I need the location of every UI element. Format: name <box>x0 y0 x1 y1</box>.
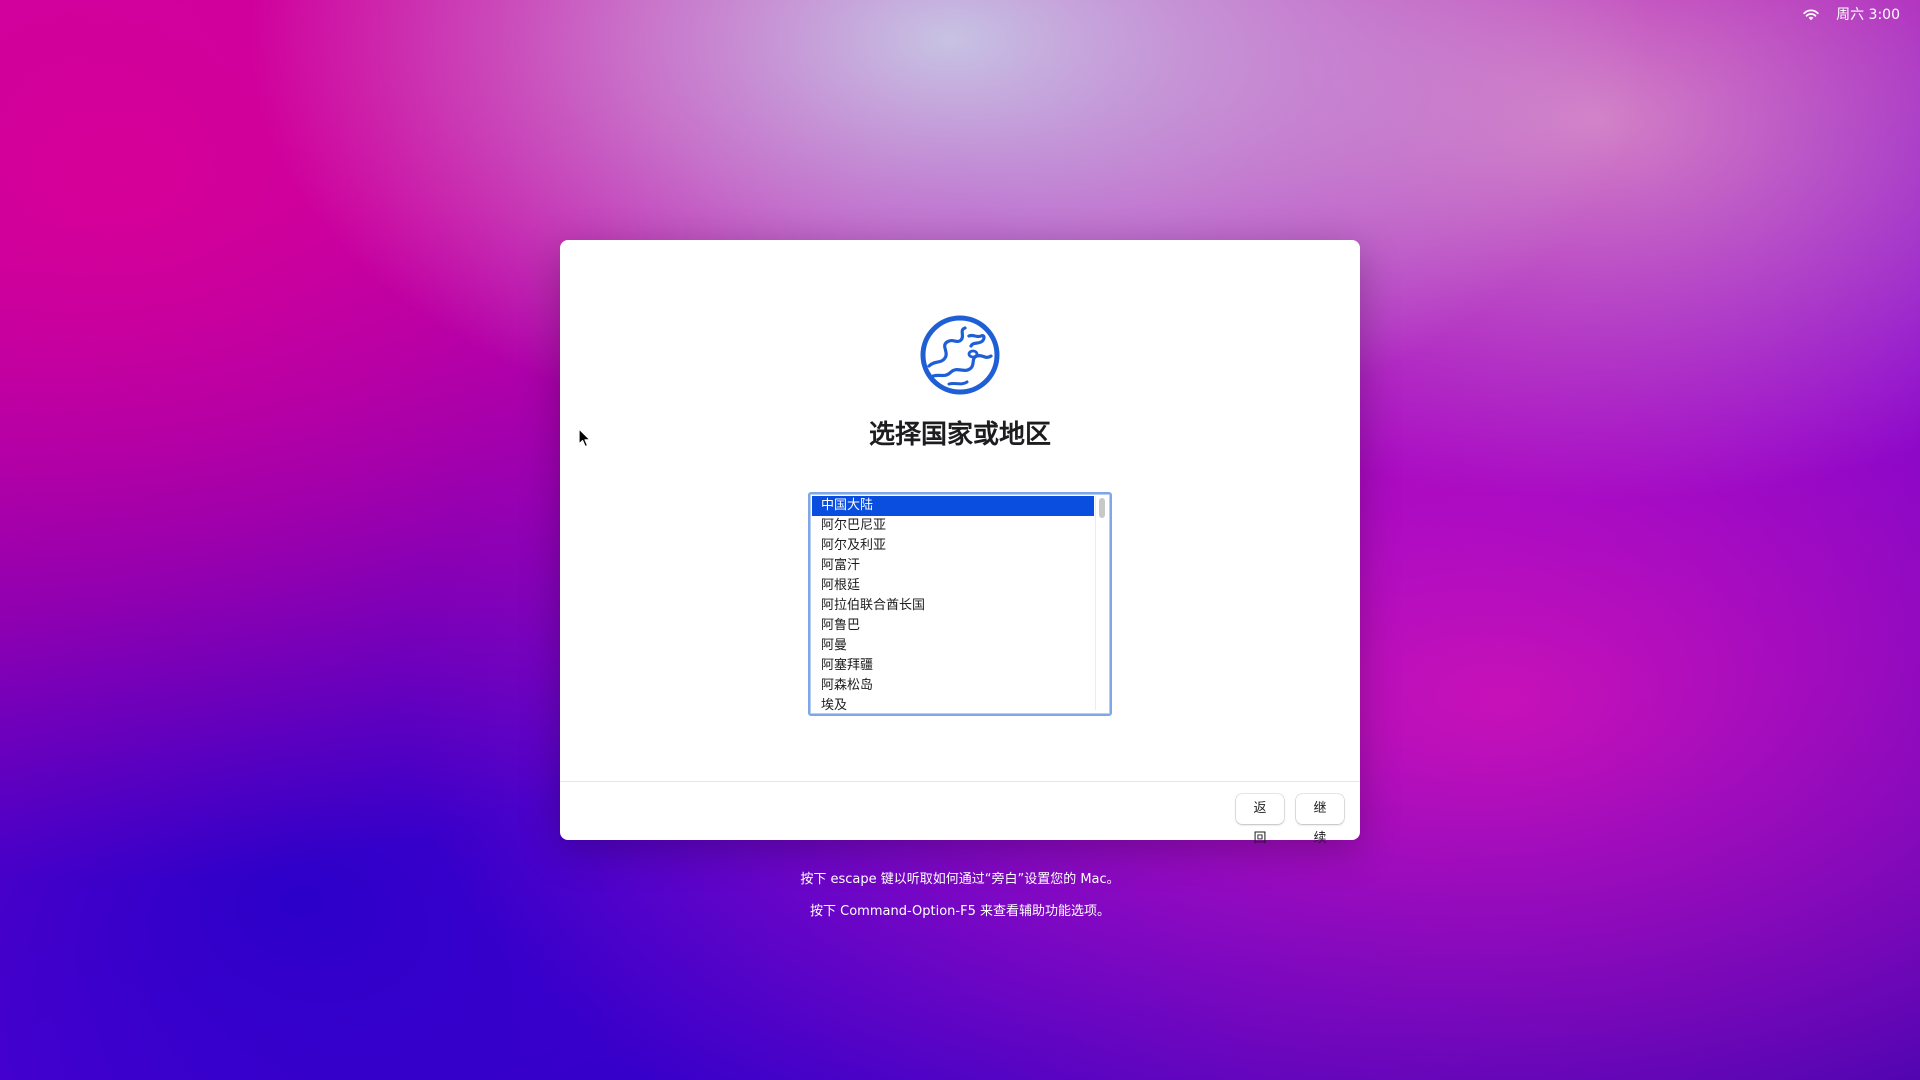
country-list[interactable]: 中国大陆 阿尔巴尼亚 阿尔及利亚 阿富汗 阿根廷 阿拉伯联合酋长国 阿鲁巴 阿曼 阿塞拜疆 阿森松… <box>808 492 1112 716</box>
list-item[interactable]: 阿曼 <box>812 636 1094 656</box>
country-selection-dialog: 选择国家或地区 中国大陆 阿尔巴尼亚 阿尔及利亚 阿富汗 阿根廷 阿拉伯联合酋长国 阿鲁巴阿… <box>560 240 1360 846</box>
list-item[interactable]: 阿富汗 <box>812 556 1094 576</box>
country-list-items: 中国大陆 阿尔巴尼亚 阿尔及利亚 阿富汗 阿根廷 阿拉伯联合酋长国 阿鲁巴 阿曼 阿塞拜疆 阿森松… <box>812 496 1094 714</box>
list-item[interactable]: 阿尔巴尼亚 <box>812 516 1094 536</box>
accessibility-hint: 按下 Command-Option-F5 来查看辅助功能选项。 <box>810 904 1110 919</box>
list-item[interactable]: 中国大陆 <box>812 496 1094 516</box>
list-item[interactable]: 阿尔及利亚 <box>812 536 1094 556</box>
list-item[interactable]: 阿拉伯联合酋长国 <box>812 596 1094 616</box>
globe-icon <box>920 315 1000 395</box>
clock[interactable]: 周六 3:00 <box>1836 4 1900 24</box>
dialog-divider <box>560 781 1360 782</box>
continue-button[interactable]: 继续 <box>1296 794 1344 846</box>
mouse-pointer-icon <box>578 428 591 448</box>
list-item[interactable]: 阿森松岛 <box>812 676 1094 696</box>
list-item[interactable]: 埃及 <box>812 696 1094 714</box>
dialog-title: 选择国家或地区 <box>868 420 1051 450</box>
list-scrollbar-thumb[interactable] <box>1099 498 1105 518</box>
wifi-icon[interactable] <box>1802 7 1820 21</box>
voiceover-hint: 按下 escape 键以听取如何通过“旁白”设置您的 Mac。 <box>800 872 1120 887</box>
list-scrollbar[interactable] <box>1095 496 1108 710</box>
desktop-background: 周六 3:00 选择国家或地区 中国大陆 阿尔巴尼亚 阿尔及利亚 阿富汗 阿根廷 阿拉伯联… <box>0 0 1920 1080</box>
menu-bar-status: 周六 3:00 <box>1802 4 1900 24</box>
list-item[interactable]: 阿塞拜疆 <box>812 656 1094 676</box>
list-item[interactable]: 阿根廷 <box>812 576 1094 596</box>
back-button[interactable]: 返回 <box>1236 794 1284 846</box>
list-item[interactable]: 阿鲁巴 <box>812 616 1094 636</box>
